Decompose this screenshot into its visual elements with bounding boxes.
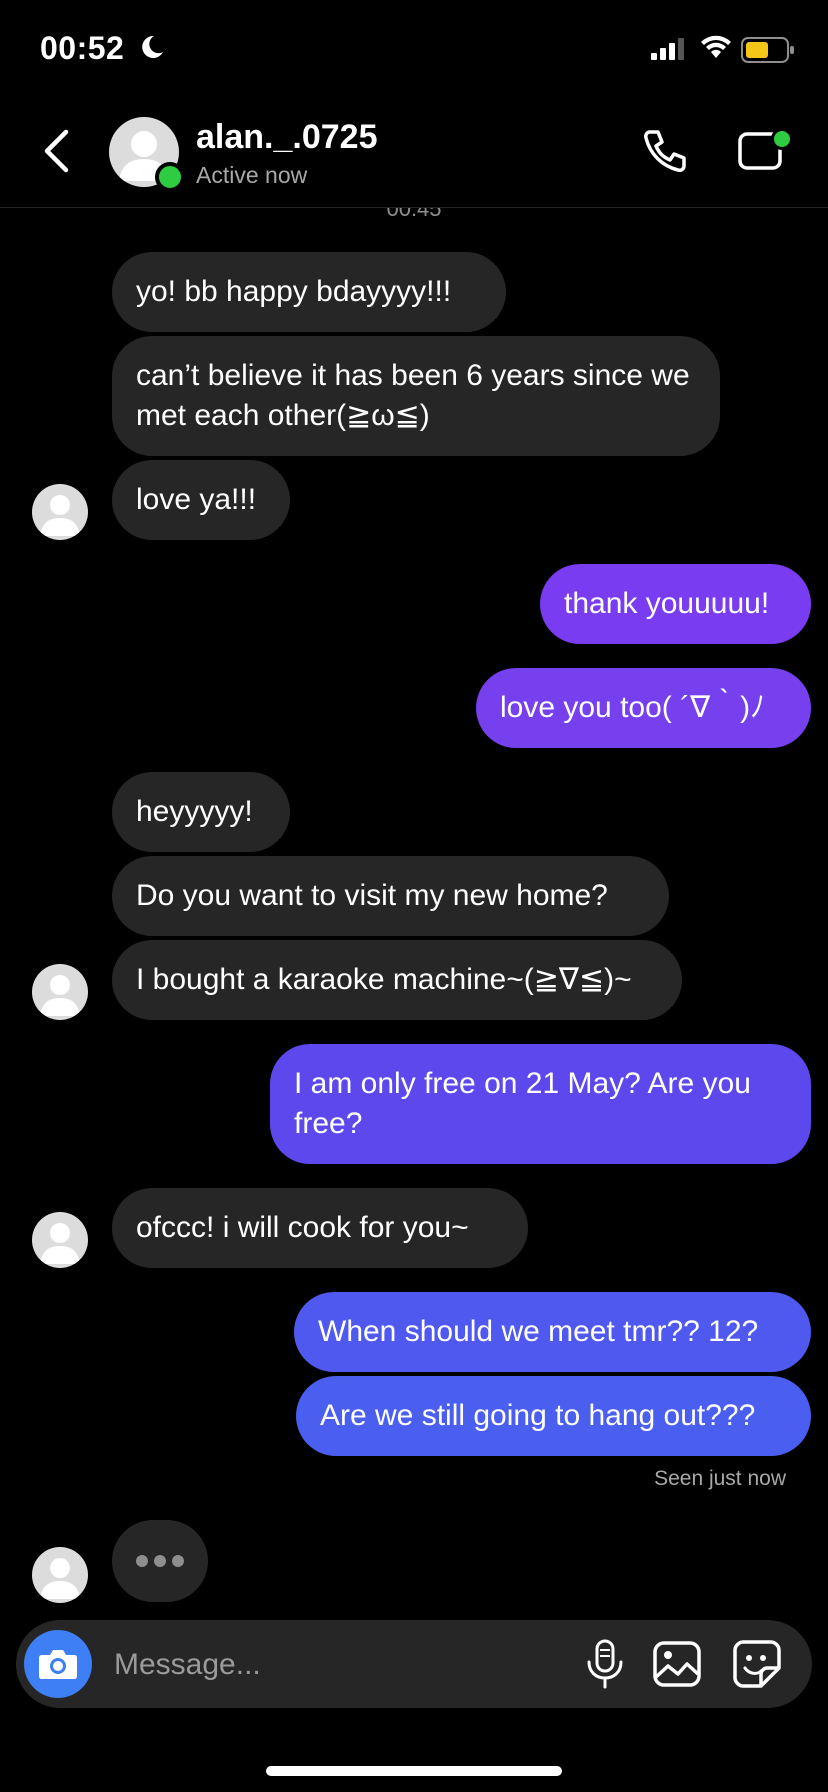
message-outgoing[interactable]: I am only free on 21 May? Are you free? (270, 1044, 811, 1164)
signal-icon (651, 38, 684, 60)
status-bar: 00:52 (0, 0, 828, 100)
message-composer (16, 1620, 812, 1708)
message-outgoing[interactable]: When should we meet tmr?? 12? (294, 1292, 811, 1372)
message-incoming[interactable]: Do you want to visit my new home? (112, 856, 669, 936)
message-incoming[interactable]: heyyyyy! (112, 772, 290, 852)
camera-icon (39, 1650, 77, 1679)
typing-dot (136, 1555, 148, 1567)
phone-call-icon[interactable] (640, 126, 690, 176)
battery-icon (741, 37, 794, 63)
chat-header: alan._.0725 Active now (0, 100, 828, 208)
home-indicator[interactable] (266, 1766, 562, 1776)
message-outgoing[interactable]: thank youuuuu! (540, 564, 811, 644)
message-incoming[interactable]: I bought a karaoke machine~(≧∇≦)~ (112, 940, 682, 1020)
typing-indicator (112, 1520, 208, 1602)
contact-status: Active now (196, 162, 308, 188)
sender-avatar[interactable] (32, 1212, 88, 1268)
seen-receipt: Seen just now (654, 1467, 786, 1490)
video-active-indicator (771, 128, 793, 150)
message-incoming[interactable]: ofccc! i will cook for you~ (112, 1188, 528, 1268)
microphone-icon[interactable] (583, 1638, 627, 1690)
default-avatar-icon (40, 1558, 80, 1599)
online-indicator (155, 162, 185, 192)
message-incoming[interactable]: yo! bb happy bdayyyy!!! (112, 252, 506, 332)
camera-button[interactable] (24, 1630, 92, 1698)
message-outgoing[interactable]: love you too( ´∇｀)ﾉ (476, 668, 811, 748)
gallery-icon[interactable] (652, 1640, 702, 1688)
status-time: 00:52 (40, 30, 125, 66)
default-avatar-icon (40, 1223, 80, 1264)
back-chevron-icon[interactable] (40, 128, 74, 174)
sender-avatar[interactable] (32, 484, 88, 540)
message-incoming[interactable]: can’t believe it has been 6 years since … (112, 336, 720, 456)
default-avatar-icon (40, 495, 80, 536)
typing-dot (154, 1555, 166, 1567)
contact-name[interactable]: alan._.0725 (196, 118, 377, 157)
sender-avatar[interactable] (32, 1547, 88, 1603)
message-incoming[interactable]: love ya!!! (112, 460, 290, 540)
typing-dot (172, 1555, 184, 1567)
moon-icon (142, 35, 163, 58)
chat-screen: 00:52 alan._.0725 Active now 00:45 yo! b… (0, 0, 828, 1792)
default-avatar-icon (40, 975, 80, 1016)
sender-avatar[interactable] (32, 964, 88, 1020)
message-outgoing[interactable]: Are we still going to hang out??? (296, 1376, 811, 1456)
message-input[interactable] (112, 1642, 496, 1688)
wifi-icon (701, 35, 731, 58)
sticker-icon[interactable] (731, 1638, 783, 1690)
